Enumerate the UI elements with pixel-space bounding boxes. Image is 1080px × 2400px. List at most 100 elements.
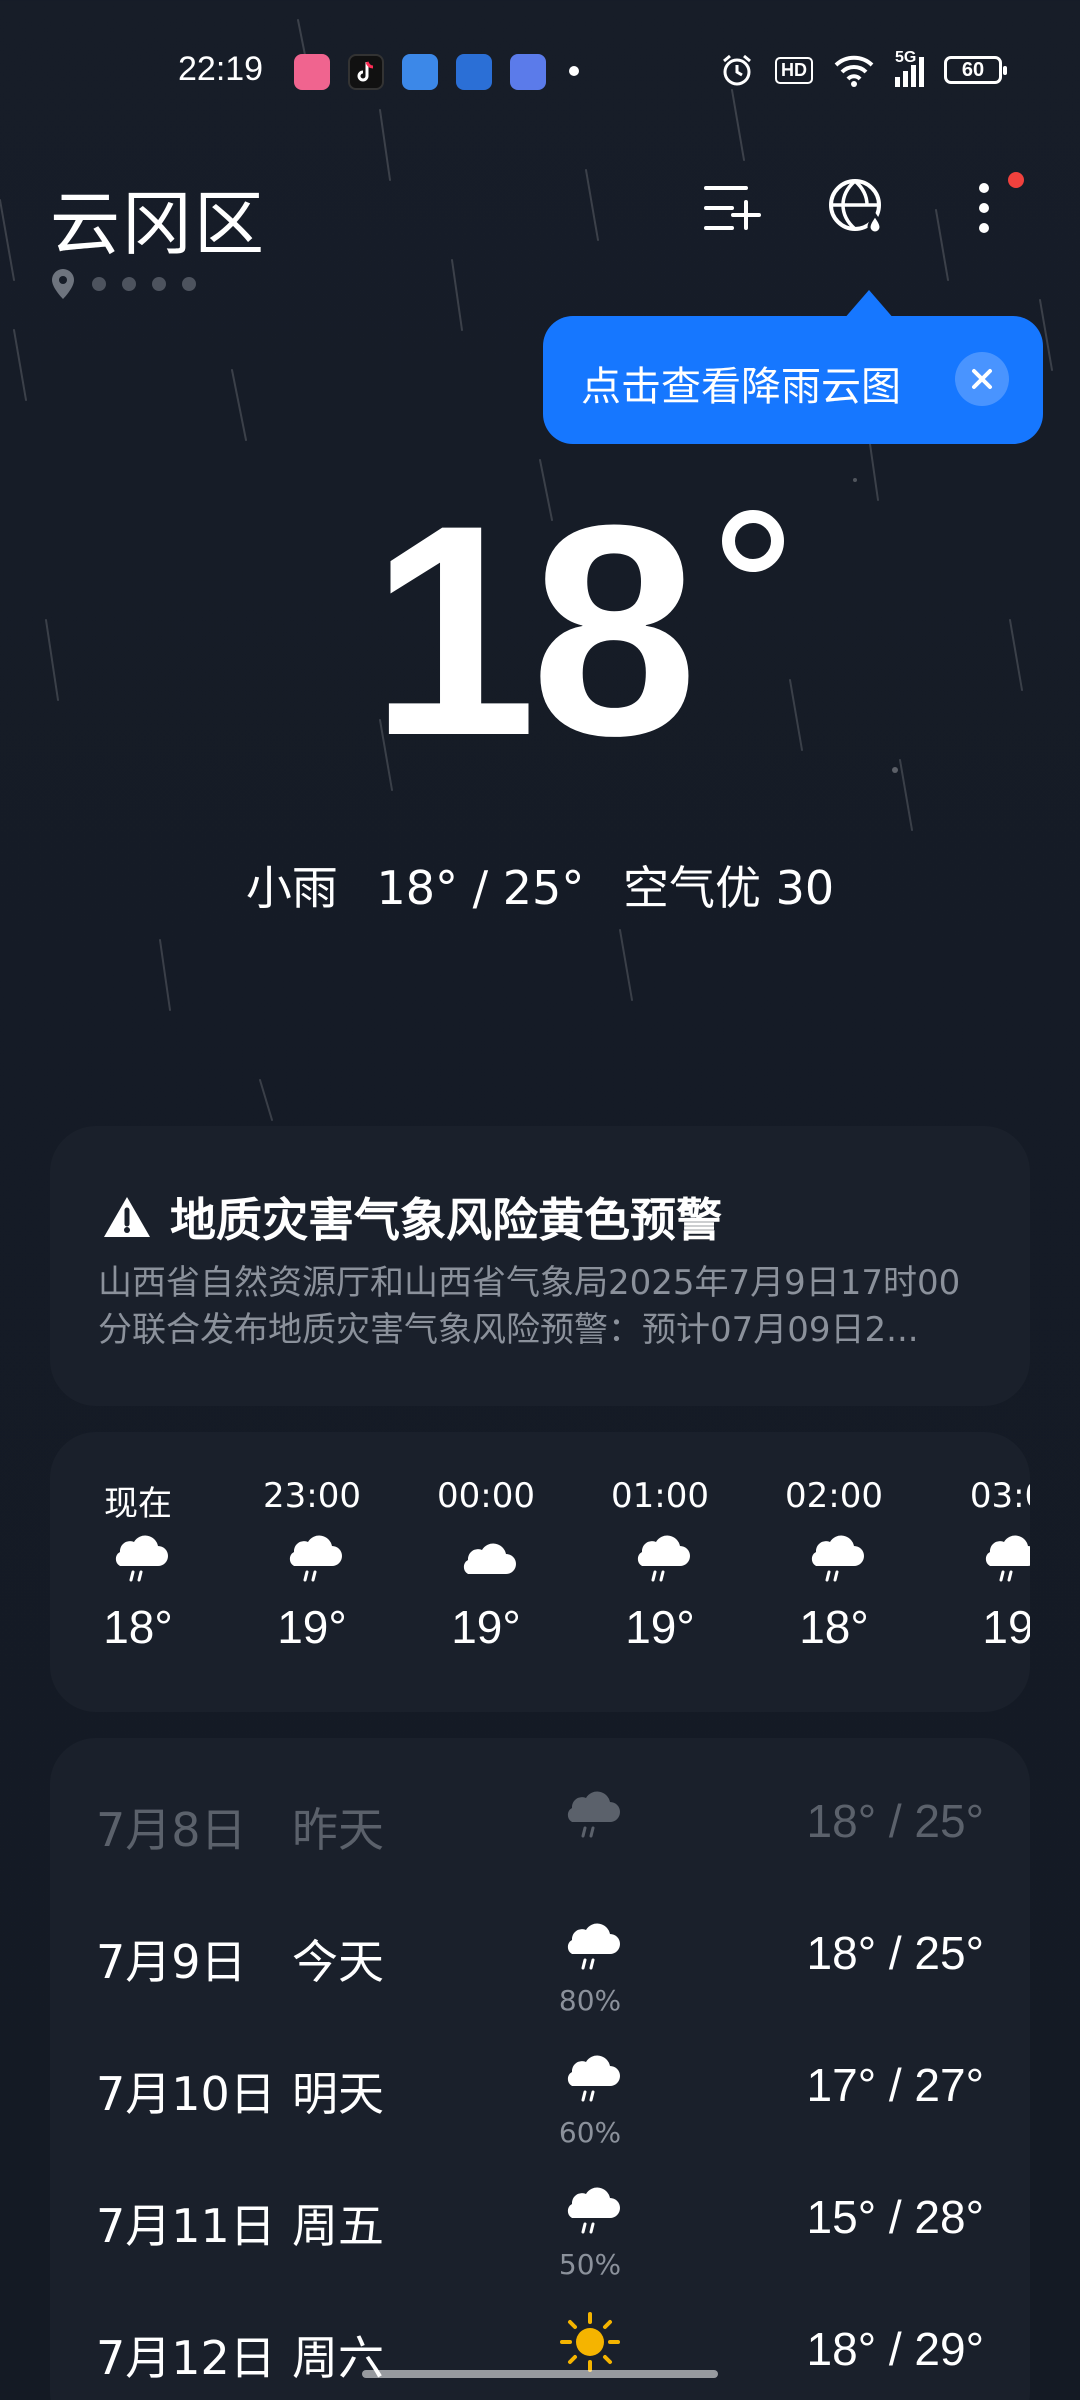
battery-icon: 60 [944, 56, 1007, 84]
current-temperature: 18 [370, 462, 698, 798]
bilibili-icon [294, 54, 330, 90]
tiktok-icon [348, 54, 384, 90]
day-label: 周六 [292, 2331, 384, 2385]
day-temp-range: 15° / 28° [806, 2191, 984, 2243]
notification-badge [1008, 172, 1024, 188]
cloud-icon [454, 1528, 518, 1588]
precip-chance: 60% [558, 2116, 622, 2149]
alarm-icon [723, 54, 751, 86]
hour-time: 01:00 [611, 1476, 709, 1516]
hour-temp: 19 [982, 1601, 1030, 1653]
hour-temp: 18° [103, 1601, 173, 1653]
day-temp-range: 18° / 29° [806, 2323, 984, 2375]
hourly-list[interactable]: 现在 18° 23:00 19° 00:00 19° 01:00 19° 02:00 18° 03:… [50, 1432, 1030, 1712]
rain-cloud-icon [802, 1528, 866, 1588]
alert-body: 山西省自然资源厅和山西省气象局2025年7月9日17时00分联合发布地质灾害气象… [98, 1263, 961, 1350]
more-vertical-icon [979, 183, 989, 233]
hour-temp: 18° [799, 1601, 869, 1653]
hourly-forecast-card[interactable]: 现在 18° 23:00 19° 00:00 19° 01:00 19° 02:00 18° 03:… [50, 1432, 1030, 1712]
hd-icon: HD [775, 56, 813, 84]
weather-app-icon [402, 54, 438, 90]
daily-row[interactable]: 7月9日 今天 80% 18° / 25° [50, 1892, 1030, 2022]
current-summary[interactable]: 小雨 18° / 25° 空气优 30 [0, 852, 1080, 918]
precip-chance: 50% [558, 2248, 622, 2281]
day-date: 7月11日 [96, 2199, 276, 2253]
hourly-item: 02:00 18° [769, 1432, 899, 1712]
list-add-icon [704, 186, 761, 230]
app-notification-icon-2 [510, 54, 546, 90]
hour-time: 00:00 [437, 1476, 535, 1516]
hourly-item: 03:0 19 [943, 1432, 1030, 1712]
more-menu-button[interactable] [952, 176, 1016, 240]
day-date: 7月8日 [96, 1803, 247, 1857]
add-city-button[interactable] [700, 176, 764, 240]
hourly-item: 现在 18° [73, 1432, 203, 1712]
day-label: 明天 [292, 2067, 384, 2121]
home-indicator[interactable] [362, 2370, 718, 2378]
hour-temp: 19° [451, 1601, 521, 1653]
close-icon [972, 369, 992, 389]
day-temp-range: 17° / 27° [806, 2059, 984, 2111]
hour-time: 02:00 [785, 1476, 883, 1516]
page-dot [122, 277, 136, 291]
degree-symbol [722, 510, 784, 572]
hour-time: 03:0 [969, 1476, 1030, 1516]
rain-map-button[interactable] [826, 176, 890, 240]
day-label: 周五 [292, 2199, 384, 2253]
rain-cloud-icon [106, 1528, 170, 1588]
rain-map-tooltip[interactable]: 点击查看降雨云图 [543, 290, 1043, 444]
hour-time: 23:00 [263, 1476, 361, 1516]
alert-title: 地质灾害气象风险黄色预警 [170, 1193, 722, 1247]
warning-icon [104, 1197, 150, 1237]
rain-cloud-icon [558, 1784, 622, 1844]
daily-row[interactable]: 7月11日 周五 50% 15° / 28° [50, 2156, 1030, 2286]
status-time: 22:19 [178, 50, 264, 88]
weather-alert-card[interactable]: 地质灾害气象风险黄色预警 山西省自然资源厅和山西省气象局2025年7月9日17时… [50, 1126, 1030, 1406]
day-label: 昨天 [292, 1803, 384, 1857]
hour-time: 现在 [104, 1484, 172, 1524]
air-quality[interactable]: 空气优 30 [623, 861, 834, 915]
page-dot [152, 277, 166, 291]
hour-temp: 19° [277, 1601, 347, 1653]
page-dot [92, 277, 106, 291]
daily-row[interactable]: 7月8日 昨天 18° / 25° [50, 1760, 1030, 1890]
alert-title-row: 地质灾害气象风险黄色预警 [102, 1184, 722, 1250]
day-temp-range: 18° / 25° [806, 1927, 984, 1979]
city-name[interactable]: 云冈区 [50, 168, 266, 269]
hourly-item: 00:00 19° [421, 1432, 551, 1712]
day-label: 今天 [292, 1935, 384, 1989]
day-date: 7月9日 [96, 1935, 247, 1989]
rain-cloud-icon [628, 1528, 692, 1588]
cellular-signal-icon: 5G [895, 49, 924, 87]
rain-cloud-icon [558, 2180, 622, 2240]
more-notifications-dot [569, 66, 579, 76]
daily-forecast-card[interactable]: 7月8日 昨天 18° / 25° 7月9日 今天 80% 18° / 25° 7月10日 明天… [50, 1738, 1030, 2400]
daily-row[interactable]: 7月12日 周六 18° / 29° [50, 2288, 1030, 2400]
hour-temp: 19° [625, 1601, 695, 1653]
wifi-icon [834, 55, 874, 87]
rain-cloud-icon [558, 1916, 622, 1976]
rain-cloud-icon [976, 1528, 1030, 1588]
hourly-item: 01:00 19° [595, 1432, 725, 1712]
daily-row[interactable]: 7月10日 明天 60% 17° / 27° [50, 2024, 1030, 2154]
tooltip-close-button[interactable] [955, 352, 1009, 406]
status-bar: 22:19 HD 5G 60 [0, 48, 1080, 96]
day-date: 7月10日 [96, 2067, 276, 2121]
status-right: HD 5G 60 [719, 49, 1007, 88]
page-dot [182, 277, 196, 291]
day-temp-range: 18° / 25° [806, 1795, 984, 1847]
app-notification-icon [456, 54, 492, 90]
city-page-indicator[interactable] [50, 268, 196, 300]
day-date: 7月12日 [96, 2331, 276, 2385]
notification-icons [294, 54, 546, 90]
location-pin-icon [52, 269, 74, 299]
network-type: 5G [895, 49, 917, 66]
rain-cloud-icon [558, 2048, 622, 2108]
precip-chance: 80% [558, 1984, 622, 2017]
rain-cloud-icon [280, 1528, 344, 1588]
current-range: 18° / 25° [376, 861, 585, 915]
sun-icon [558, 2312, 622, 2372]
globe-rain-icon [829, 179, 883, 235]
current-condition: 小雨 [245, 861, 338, 915]
tooltip-text: 点击查看降雨云图 [581, 364, 901, 410]
